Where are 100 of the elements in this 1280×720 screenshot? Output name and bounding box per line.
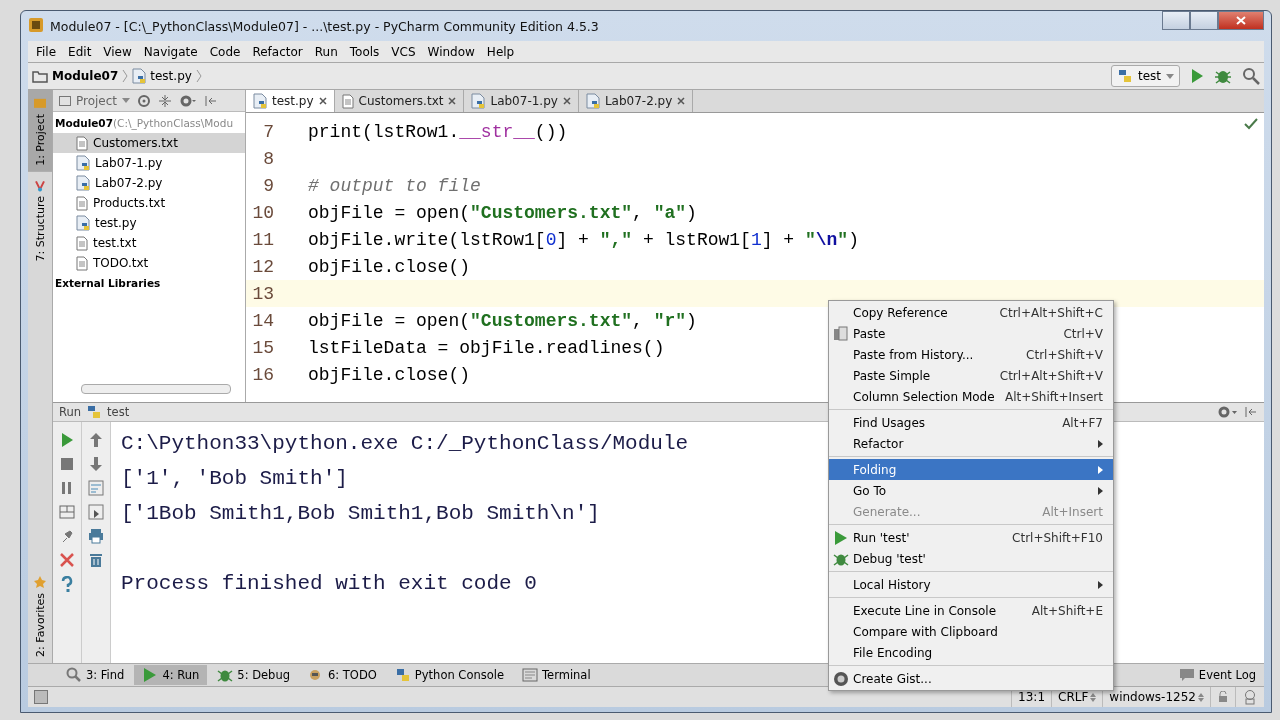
menu-item[interactable]: Code	[203, 44, 247, 59]
chevron-icon	[195, 69, 202, 83]
close-icon[interactable]	[562, 97, 571, 105]
speech-bubble-icon	[1178, 668, 1195, 682]
tool-window-tab[interactable]: 5: Debug	[209, 665, 298, 685]
settings-icon[interactable]	[179, 93, 198, 108]
menu-item[interactable]: Tools	[343, 44, 386, 59]
settings-icon[interactable]	[1217, 405, 1239, 419]
scroll-to-end-icon[interactable]	[88, 504, 104, 520]
down-arrow-icon[interactable]	[88, 456, 104, 472]
breadcrumb-item[interactable]: test.py	[132, 68, 192, 84]
menu-item[interactable]: Paste Ctrl+V	[829, 323, 1113, 344]
menu-item[interactable]: VCS	[385, 44, 422, 59]
editor-tab[interactable]: Customers.txt	[334, 90, 465, 112]
tool-window-tab[interactable]: 1: Project	[28, 90, 52, 172]
tree-item[interactable]: External Libraries	[53, 273, 245, 293]
tool-window-tab[interactable]: Python Console	[386, 665, 512, 685]
layout-icon[interactable]	[59, 504, 75, 520]
menu-item[interactable]: Paste from History... Ctrl+Shift+V	[829, 344, 1113, 365]
close-icon[interactable]	[677, 97, 686, 105]
rerun-icon[interactable]	[59, 432, 75, 448]
line-number: 11	[251, 229, 275, 250]
console-line: Process finished with exit code 0	[121, 571, 537, 597]
menu-item[interactable]: Folding	[829, 459, 1113, 480]
window-title: Module07 - [C:\_PythonClass\Module07] - ...\test.py - PyCharm Community Edition 4.5.3	[50, 18, 599, 34]
tool-window-tab[interactable]: 6: TODO	[300, 665, 385, 685]
locate-icon[interactable]	[137, 93, 152, 108]
menu-item[interactable]: Refactor	[246, 44, 309, 59]
debug-icon[interactable]	[1214, 68, 1232, 84]
menu-item[interactable]: Debug 'test'	[829, 548, 1113, 569]
menu-item[interactable]: Execute Line in Console Alt+Shift+E	[829, 600, 1113, 621]
menu-item[interactable]: Help	[480, 44, 521, 59]
menu-item[interactable]: Find Usages Alt+F7	[829, 412, 1113, 433]
tree-item[interactable]: Lab07-1.py	[53, 153, 245, 173]
menu-item[interactable]: Local History	[829, 574, 1113, 595]
run-config-dropdown[interactable]: test	[1110, 65, 1180, 87]
menu-item[interactable]: View	[97, 44, 138, 59]
run-tab[interactable]: test	[107, 405, 130, 419]
menu-item[interactable]: Column Selection Mode Alt+Shift+Insert	[829, 386, 1113, 407]
line-number: 14	[251, 310, 275, 331]
menu-item[interactable]: Run 'test' Ctrl+Shift+F10	[829, 527, 1113, 548]
close-icon[interactable]	[448, 97, 457, 105]
lock-icon[interactable]	[1217, 691, 1229, 703]
code-line: lstFileData = objFile.readlines()	[308, 337, 665, 358]
close-icon[interactable]	[59, 552, 75, 568]
menu-item[interactable]: Window	[421, 44, 481, 59]
paste-icon	[833, 325, 849, 342]
shortcut-label: Ctrl+V	[1063, 326, 1103, 341]
code-line: print(lstRow1.__str__())	[308, 121, 568, 142]
tree-item[interactable]: Lab07-2.py	[53, 173, 245, 193]
tree-item[interactable]: test.txt	[53, 233, 245, 253]
editor-tab[interactable]: Lab07-1.py	[464, 90, 579, 112]
path-label: (C:\_PythonClass\Modu	[113, 117, 234, 129]
layout-toggle-icon[interactable]	[34, 690, 48, 704]
menu-item[interactable]: Copy Reference Ctrl+Alt+Shift+C	[829, 302, 1113, 323]
stop-icon[interactable]	[59, 456, 75, 472]
line-number: 15	[251, 337, 275, 358]
event-log-tab[interactable]: Event Log	[1170, 666, 1264, 684]
menu-item[interactable]: Paste Simple Ctrl+Alt+Shift+V	[829, 365, 1113, 386]
menu-item[interactable]: Navigate	[137, 44, 204, 59]
scrollbar[interactable]	[81, 384, 231, 394]
menu-item[interactable]: Create Gist...	[829, 668, 1113, 689]
menu-item[interactable]: Edit	[62, 44, 98, 59]
help-icon[interactable]	[59, 576, 75, 592]
close-button[interactable]	[1218, 11, 1264, 30]
tree-item[interactable]: test.py	[53, 213, 245, 233]
line-number: 16	[251, 364, 275, 385]
tool-window-tab[interactable]: Terminal	[514, 665, 599, 685]
print-icon[interactable]	[88, 528, 104, 544]
tree-item[interactable]: Products.txt	[53, 193, 245, 213]
hide-icon[interactable]	[204, 93, 219, 108]
minimize-button[interactable]	[1162, 11, 1190, 30]
menu-item[interactable]: File Encoding	[829, 642, 1113, 663]
menu-item[interactable]: Go To	[829, 480, 1113, 501]
trash-icon[interactable]	[88, 552, 104, 568]
close-icon[interactable]	[318, 97, 327, 105]
python-file-icon	[471, 93, 486, 109]
search-icon[interactable]	[1242, 67, 1260, 85]
python-file-icon	[76, 175, 90, 191]
breadcrumb-item[interactable]: Module07	[32, 69, 119, 83]
menu-item[interactable]: File	[30, 44, 63, 59]
menu-item[interactable]: Refactor	[829, 433, 1113, 454]
project-root[interactable]: Module07	[55, 117, 113, 129]
editor-tab[interactable]: Lab07-2.py	[578, 90, 694, 112]
menu-item[interactable]: Compare with Clipboard	[829, 621, 1113, 642]
tool-window-tab[interactable]: 4: Run	[134, 665, 208, 685]
run-icon[interactable]	[1190, 68, 1204, 84]
editor-tab[interactable]: test.py	[246, 90, 335, 112]
text-file-icon	[76, 235, 88, 251]
tool-window-tab[interactable]: 3: Find	[58, 665, 133, 685]
tree-item[interactable]: TODO.txt	[53, 253, 245, 273]
submenu-arrow-icon	[1098, 439, 1103, 448]
collapse-icon[interactable]	[158, 93, 173, 108]
maximize-button[interactable]	[1190, 11, 1218, 30]
hide-icon[interactable]	[1244, 405, 1258, 419]
tool-window-tab[interactable]: 2: Favorites	[28, 569, 52, 663]
tree-item[interactable]: Customers.txt	[53, 133, 245, 153]
up-arrow-icon[interactable]	[88, 432, 104, 448]
menu-item[interactable]: Run	[308, 44, 344, 59]
tool-window-tab[interactable]: 7: Structure	[28, 171, 52, 268]
